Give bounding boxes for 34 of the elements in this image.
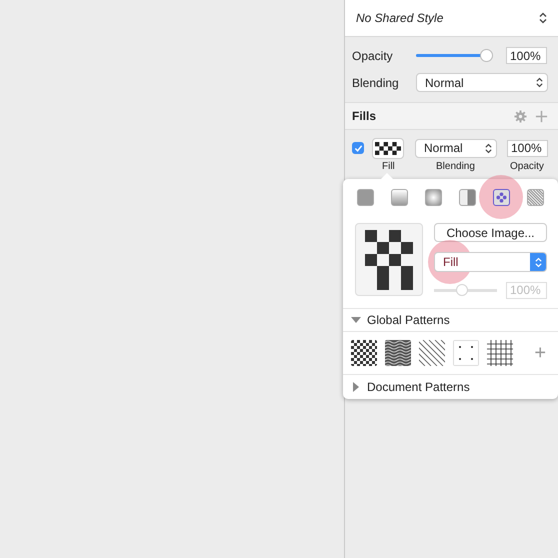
pattern-fill-icon[interactable]: [492, 188, 510, 206]
add-icon[interactable]: [535, 110, 548, 122]
chevron-updown-icon: [534, 256, 542, 268]
fill-swatch[interactable]: [372, 138, 404, 158]
fill-mode-dropdown[interactable]: Fill: [434, 252, 547, 272]
grid-pattern-swatch[interactable]: [487, 340, 513, 366]
waves-pattern-swatch[interactable]: [385, 340, 411, 366]
linear-fill-icon[interactable]: [391, 188, 408, 206]
field-caption: Opacity: [510, 161, 544, 172]
radial-fill-icon[interactable]: [425, 188, 442, 206]
fill-blending-dropdown[interactable]: Normal: [415, 138, 497, 158]
blending-dropdown[interactable]: Normal: [416, 73, 548, 92]
settings-icon[interactable]: [514, 110, 527, 122]
angular-fill-icon[interactable]: [458, 188, 476, 206]
field-caption: Blending: [436, 161, 475, 172]
solid-fill-icon[interactable]: [357, 188, 374, 206]
choose-image-button[interactable]: Choose Image...: [434, 223, 547, 242]
shared-style-dropdown[interactable]: No Shared Style: [345, 0, 558, 37]
dots-pattern-swatch[interactable]: [453, 340, 479, 366]
diagonal-pattern-swatch[interactable]: [419, 340, 445, 366]
blending-label: Blending: [352, 76, 400, 90]
noise-fill-icon[interactable]: [526, 188, 544, 206]
checker-pattern-swatch[interactable]: [351, 340, 377, 366]
chevron-updown-icon: [539, 12, 547, 24]
section-title: Fills: [352, 109, 378, 123]
chevron-updown-icon: [536, 77, 543, 88]
chevron-updown-icon: [485, 142, 492, 154]
fill-checkbox[interactable]: [352, 142, 364, 154]
opacity-field[interactable]: 100%: [506, 47, 547, 64]
field-caption: Fill: [382, 161, 395, 172]
opacity-label: Opacity: [352, 48, 394, 62]
global-patterns-header[interactable]: Global Patterns: [343, 308, 558, 331]
fill-opacity-field[interactable]: 100%: [507, 140, 548, 156]
document-patterns-header[interactable]: Document Patterns: [343, 374, 558, 399]
